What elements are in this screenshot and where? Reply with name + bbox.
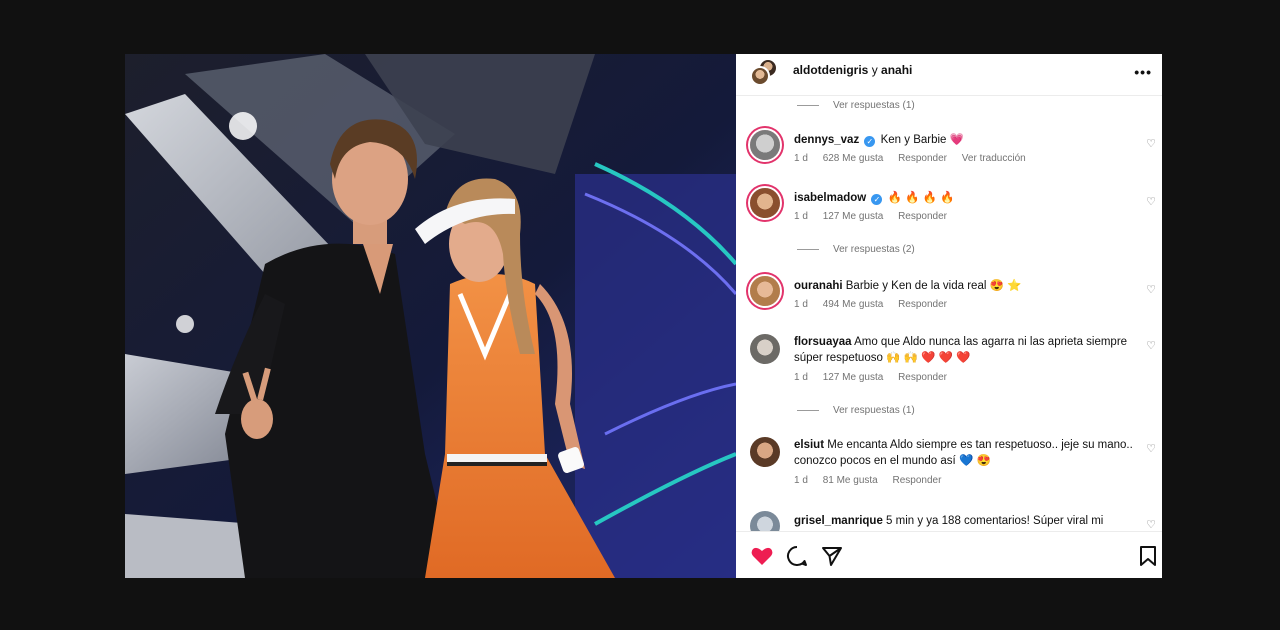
- view-replies-button[interactable]: Ver respuestas (1): [797, 402, 915, 418]
- comment-username[interactable]: grisel_manrique: [794, 515, 883, 527]
- comment-meta: 1 d 81 Me gusta Responder: [794, 475, 953, 486]
- avatar-anahi[interactable]: [750, 66, 770, 86]
- reply-button[interactable]: Responder: [898, 372, 947, 383]
- view-replies-button[interactable]: Ver respuestas (1): [797, 97, 915, 113]
- comment-emoji: 💙 😍: [958, 455, 991, 467]
- comment-meta: 1 d 127 Me gusta Responder: [794, 211, 959, 222]
- comment-item: dennys_vaz ✓ Ken y Barbie 💗 1 d 628 Me g…: [748, 130, 1162, 170]
- view-replies-label: Ver respuestas (1): [833, 99, 915, 111]
- more-options-icon[interactable]: •••: [1134, 64, 1152, 80]
- verified-badge-icon: ✓: [871, 194, 883, 205]
- comment-meta: 1 d 628 Me gusta Responder Ver traducció…: [794, 153, 1038, 164]
- comment-emoji: 😍 ⭐: [989, 280, 1022, 292]
- comment-body: florsuayaa Amo que Aldo nunca las agarra…: [794, 334, 1134, 366]
- reply-button[interactable]: Responder: [898, 211, 947, 222]
- post-action-bar: [736, 531, 1162, 578]
- comment-text: 5 min y ya 188 comentarios! Súper viral …: [886, 515, 1104, 527]
- comment-like-icon[interactable]: ♡: [1146, 137, 1156, 150]
- comment-body: grisel_manrique 5 min y ya 188 comentari…: [794, 513, 1134, 529]
- author-link-1[interactable]: aldotdenigris: [793, 63, 868, 77]
- comments-list[interactable]: Ver respuestas (1) dennys_vaz ✓ Ken y Ba…: [736, 97, 1162, 531]
- reply-button[interactable]: Responder: [898, 153, 947, 164]
- comment-time: 1 d: [794, 299, 808, 310]
- comment-item: grisel_manrique 5 min y ya 188 comentari…: [748, 511, 1162, 531]
- comment-avatar[interactable]: [750, 130, 780, 160]
- author-link-2[interactable]: anahi: [881, 63, 912, 77]
- heart-filled-icon[interactable]: [750, 544, 774, 568]
- bookmark-icon[interactable]: [1138, 544, 1158, 568]
- post-photo[interactable]: [125, 54, 736, 578]
- view-replies-label: Ver respuestas (2): [833, 243, 915, 255]
- comment-emoji: 💗: [949, 134, 964, 146]
- comment-emoji: 🔥 🔥 🔥 🔥: [887, 192, 955, 204]
- comment-text: Ken y Barbie: [880, 134, 947, 146]
- replies-divider: [797, 104, 819, 106]
- comment-time: 1 d: [794, 372, 808, 383]
- reply-button[interactable]: Responder: [893, 475, 942, 486]
- post-panel: aldotdenigris y anahi ••• Ver respuestas…: [736, 54, 1162, 578]
- comment-like-icon[interactable]: ♡: [1146, 442, 1156, 455]
- comment-username[interactable]: florsuayaa: [794, 336, 852, 348]
- comment-like-icon[interactable]: ♡: [1146, 339, 1156, 352]
- comment-time: 1 d: [794, 153, 808, 164]
- comment-text: Barbie y Ken de la vida real: [845, 280, 987, 292]
- comment-avatar[interactable]: [750, 276, 780, 306]
- comment-likes[interactable]: 81 Me gusta: [823, 475, 878, 486]
- view-replies-label: Ver respuestas (1): [833, 404, 915, 416]
- translate-button[interactable]: Ver traducción: [962, 153, 1026, 164]
- comment-username[interactable]: ouranahi: [794, 280, 843, 292]
- comment-avatar[interactable]: [750, 334, 780, 364]
- collab-avatars[interactable]: [748, 58, 782, 88]
- verified-badge-icon: ✓: [864, 136, 876, 147]
- comment-body: dennys_vaz ✓ Ken y Barbie 💗: [794, 132, 1134, 148]
- comment-likes[interactable]: 127 Me gusta: [823, 372, 884, 383]
- comment-item: elsiut Me encanta Aldo siempre es tan re…: [748, 437, 1162, 493]
- comment-like-icon[interactable]: ♡: [1146, 195, 1156, 208]
- reply-button[interactable]: Responder: [898, 299, 947, 310]
- post-image: [125, 54, 736, 578]
- comment-item: ouranahi Barbie y Ken de la vida real 😍 …: [748, 276, 1162, 316]
- comment-time: 1 d: [794, 475, 808, 486]
- comment-emoji: 🙌 🙌 ❤️ ❤️ ❤️: [886, 352, 971, 364]
- post-authors: aldotdenigris y anahi: [793, 63, 912, 77]
- comment-item: isabelmadow ✓ 🔥 🔥 🔥 🔥 1 d 127 Me gusta R…: [748, 188, 1162, 228]
- comment-like-icon[interactable]: ♡: [1146, 518, 1156, 531]
- comment-avatar[interactable]: [750, 511, 780, 531]
- comment-icon[interactable]: [785, 544, 809, 568]
- comment-username[interactable]: elsiut: [794, 439, 824, 451]
- comment-likes[interactable]: 127 Me gusta: [823, 211, 884, 222]
- comment-body: ouranahi Barbie y Ken de la vida real 😍 …: [794, 278, 1134, 294]
- replies-divider: [797, 409, 819, 411]
- comment-likes[interactable]: 494 Me gusta: [823, 299, 884, 310]
- comment-username[interactable]: isabelmadow: [794, 192, 866, 204]
- share-icon[interactable]: [820, 544, 844, 568]
- comment-item: florsuayaa Amo que Aldo nunca las agarra…: [748, 334, 1162, 390]
- comment-meta: 1 d 127 Me gusta Responder: [794, 372, 959, 383]
- post-header: aldotdenigris y anahi •••: [736, 54, 1162, 96]
- replies-divider: [797, 248, 819, 250]
- comment-time: 1 d: [794, 211, 808, 222]
- comment-likes[interactable]: 628 Me gusta: [823, 153, 884, 164]
- comment-avatar[interactable]: [750, 188, 780, 218]
- comment-body: isabelmadow ✓ 🔥 🔥 🔥 🔥: [794, 190, 1134, 206]
- author-conjunction: y: [871, 63, 878, 77]
- comment-avatar[interactable]: [750, 437, 780, 467]
- comment-body: elsiut Me encanta Aldo siempre es tan re…: [794, 437, 1134, 469]
- view-replies-button[interactable]: Ver respuestas (2): [797, 241, 915, 257]
- comment-like-icon[interactable]: ♡: [1146, 283, 1156, 296]
- comment-username[interactable]: dennys_vaz: [794, 134, 859, 146]
- comment-meta: 1 d 494 Me gusta Responder: [794, 299, 959, 310]
